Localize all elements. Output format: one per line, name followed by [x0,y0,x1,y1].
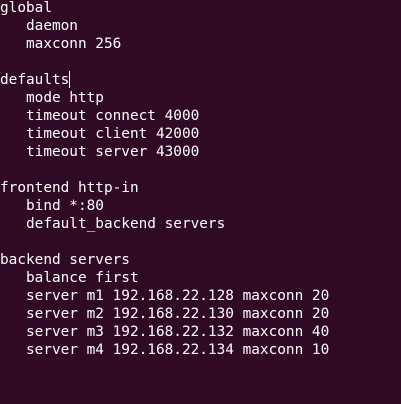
config-line-global: global [0,0,52,16]
config-line-backend: backend servers [0,252,130,268]
config-line-mode: mode http [0,90,104,106]
config-line-default-backend: default_backend servers [0,216,226,232]
config-line-daemon: daemon [0,18,78,34]
defaults-text: defaults [0,72,70,88]
config-line-bind: bind *:80 [0,198,104,214]
config-line-server-m2: server m2 192.168.22.130 maxconn 20 [0,306,330,322]
config-line-timeout-client: timeout client 42000 [0,126,200,142]
config-line-timeout-server: timeout server 43000 [0,144,200,160]
config-line-defaults: defaults [0,71,71,89]
config-line-balance: balance first [0,270,139,286]
terminal-window[interactable]: global daemon maxconn 256 defaults mode … [0,0,401,404]
config-line-timeout-connect: timeout connect 4000 [0,108,200,124]
config-line-maxconn: maxconn 256 [0,36,122,52]
config-line-server-m1: server m1 192.168.22.128 maxconn 20 [0,288,330,304]
config-line-frontend: frontend http-in [0,180,139,196]
config-line-server-m4: server m4 192.168.22.134 maxconn 10 [0,342,330,358]
config-line-server-m3: server m3 192.168.22.132 maxconn 40 [0,324,330,340]
text-cursor [69,71,71,88]
